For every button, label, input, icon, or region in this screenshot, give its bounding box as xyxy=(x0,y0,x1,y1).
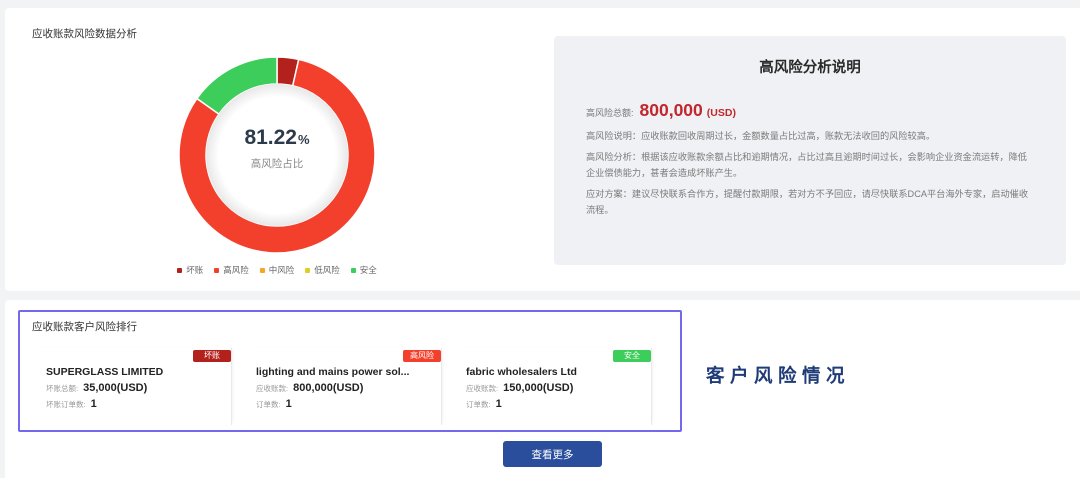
high-risk-total-row: 高风险总额: 800,000 (USD) xyxy=(586,100,736,122)
orders-value: 1 xyxy=(495,398,502,410)
legend-item-low-risk[interactable]: 低风险 xyxy=(305,264,340,276)
legend-label: 坏账 xyxy=(186,265,204,275)
risk-analysis: 高风险分析：根据该应收账款余额占比和逾期情况，占比过高且逾期时间过长，会影响企业… xyxy=(586,152,1027,178)
customer-card[interactable]: 坏账 SUPERGLASS LIMITED 坏账总额: 35,000(USD) … xyxy=(35,348,232,425)
amount-row: 坏账总额: 35,000(USD) xyxy=(46,382,147,396)
orders-row: 坏账订单数: 1 xyxy=(46,398,97,412)
risk-badge: 坏账 xyxy=(193,350,231,362)
customer-name: lighting and mains power sol... xyxy=(256,366,410,378)
legend-label: 高风险 xyxy=(223,265,249,275)
risk-analysis-card: 应收账款风险数据分析 81.22% 高风险占比 坏账 高风险 中风险 低风险 安… xyxy=(5,8,1080,291)
customer-name: fabric wholesalers Ltd xyxy=(466,366,577,378)
customer-name: SUPERGLASS LIMITED xyxy=(46,366,164,378)
legend-swatch xyxy=(177,267,183,273)
legend-swatch xyxy=(350,267,356,273)
ranking-title: 应收账款客户风险排行 xyxy=(32,321,137,333)
amount-value: 800,000(USD) xyxy=(293,382,364,394)
risk-badge: 安全 xyxy=(613,350,651,362)
panel-title: 高风险分析说明 xyxy=(759,60,861,76)
legend-label: 中风险 xyxy=(268,265,295,275)
customer-risk-label: 客户风险情况 xyxy=(706,365,851,386)
orders-label: 坏账订单数: xyxy=(46,400,86,409)
orders-value: 1 xyxy=(285,398,292,410)
high-risk-explanation-panel: 高风险分析说明 高风险总额: 800,000 (USD) 高风险说明：应收账款回… xyxy=(554,36,1066,265)
amount-label: 应收账款: xyxy=(256,384,289,393)
total-unit: (USD) xyxy=(706,107,736,119)
chart-legend: 坏账 高风险 中风险 低风险 安全 xyxy=(177,264,377,276)
legend-swatch xyxy=(259,267,265,273)
orders-label: 订单数: xyxy=(256,400,281,409)
section-title: 应收账款风险数据分析 xyxy=(32,28,137,40)
donut-center-disc xyxy=(206,84,348,226)
orders-label: 订单数: xyxy=(466,400,491,409)
legend-item-safe[interactable]: 安全 xyxy=(350,264,377,276)
view-more-button[interactable]: 查看更多 xyxy=(503,441,602,467)
amount-label: 应收账款: xyxy=(466,384,499,393)
risk-description: 高风险说明：应收账款回收周期过长，金额数量占比过高，账款无法收回的风险较高。 xyxy=(586,131,936,141)
risk-solution: 应对方案：建议尽快联系合作方，提醒付款期限，若对方不予回应，请尽快联系DCA平台… xyxy=(586,189,1029,215)
legend-label: 低风险 xyxy=(314,265,340,275)
analysis-text: 高风险说明：应收账款回收周期过长，金额数量占比过高，账款无法收回的风险较高。 高… xyxy=(586,128,1036,223)
amount-value: 35,000(USD) xyxy=(83,382,148,394)
orders-row: 订单数: 1 xyxy=(466,398,502,412)
legend-swatch xyxy=(214,267,220,273)
risk-badge: 高风险 xyxy=(403,350,441,362)
total-label: 高风险总额: xyxy=(586,108,634,118)
customer-card[interactable]: 高风险 lighting and mains power sol... 应收账款… xyxy=(245,348,442,425)
orders-value: 1 xyxy=(90,398,97,410)
legend-item-bad-debt[interactable]: 坏账 xyxy=(177,264,203,276)
legend-item-high-risk[interactable]: 高风险 xyxy=(214,264,249,276)
legend-label: 安全 xyxy=(359,265,377,275)
orders-row: 订单数: 1 xyxy=(256,398,292,412)
customer-ranking-card: 应收账款客户风险排行 坏账 SUPERGLASS LIMITED 坏账总额: 3… xyxy=(5,300,1080,478)
total-value: 800,000 xyxy=(639,100,703,120)
customer-card[interactable]: 安全 fabric wholesalers Ltd 应收账款: 150,000(… xyxy=(455,348,652,425)
amount-label: 坏账总额: xyxy=(46,384,79,393)
amount-value: 150,000(USD) xyxy=(503,382,574,394)
amount-row: 应收账款: 800,000(USD) xyxy=(256,382,363,396)
amount-row: 应收账款: 150,000(USD) xyxy=(466,382,573,396)
legend-swatch xyxy=(305,267,311,273)
legend-item-medium-risk[interactable]: 中风险 xyxy=(259,264,295,276)
risk-donut-chart xyxy=(178,56,376,254)
